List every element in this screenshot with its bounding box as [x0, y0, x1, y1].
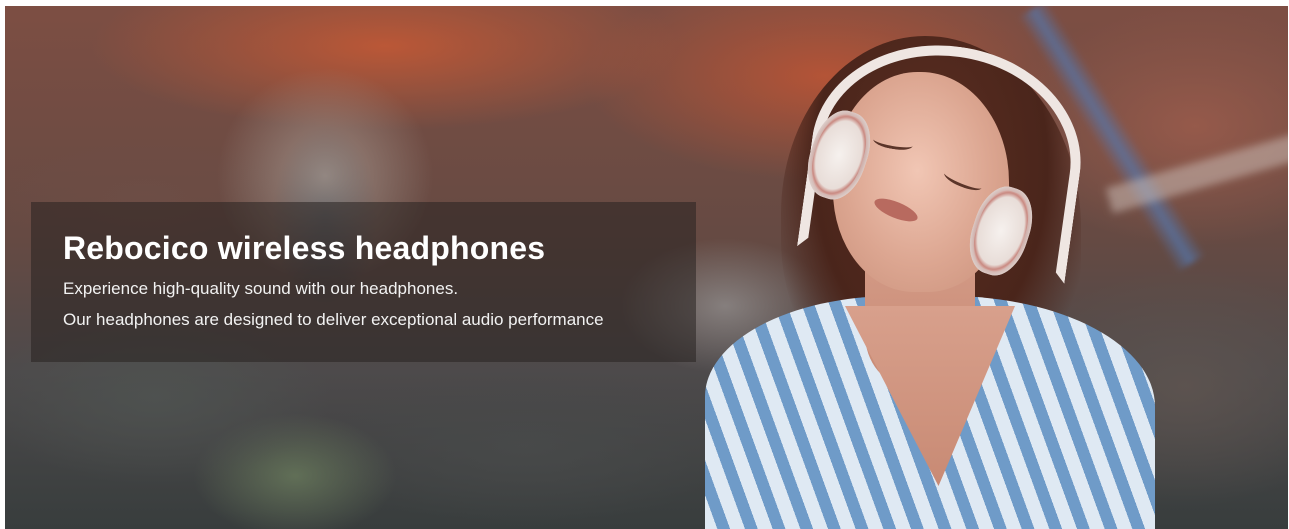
- hero-description-line-1: Experience high-quality sound with our h…: [63, 279, 459, 298]
- page: Rebocico wireless headphones Experience …: [0, 0, 1289, 529]
- hero-description-line-2: Our headphones are designed to deliver e…: [63, 310, 604, 329]
- hero-title: Rebocico wireless headphones: [63, 230, 546, 266]
